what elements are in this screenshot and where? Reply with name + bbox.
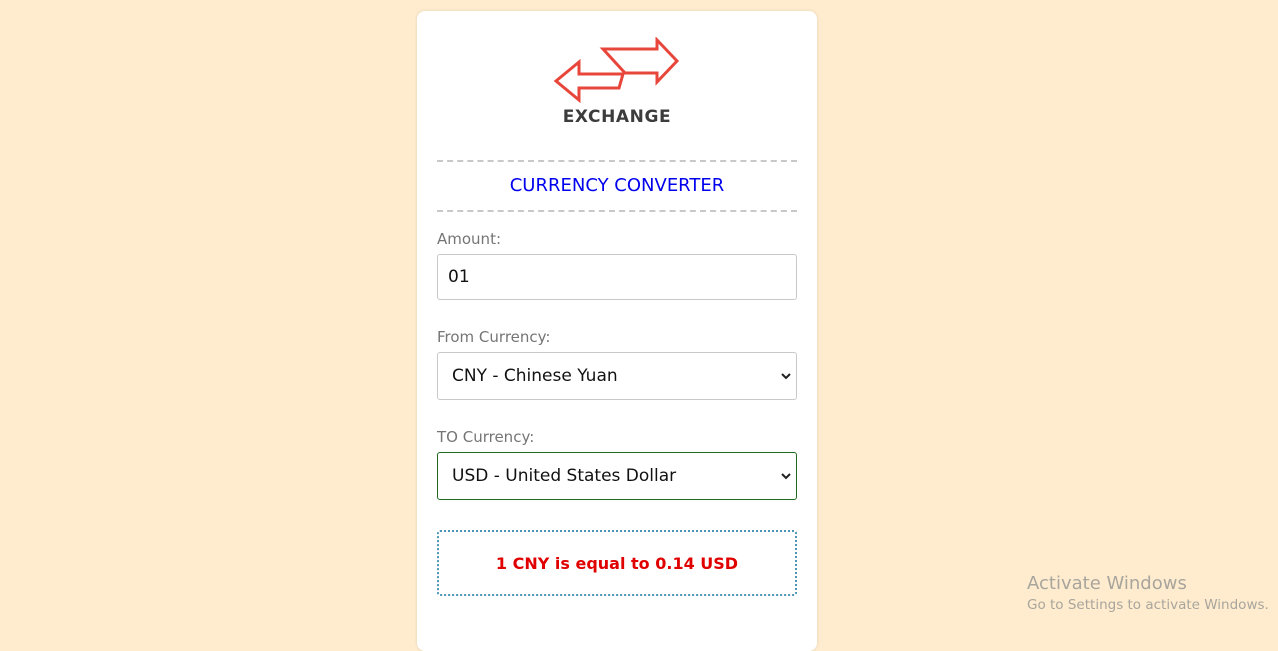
watermark-subtitle: Go to Settings to activate Windows. xyxy=(1027,597,1269,613)
to-currency-value: USD - United States Dollar xyxy=(452,466,677,486)
result-box: 1 CNY is equal to 0.14 USD xyxy=(437,530,797,596)
chevron-down-icon xyxy=(781,473,791,480)
from-currency-select[interactable]: CNY - Chinese Yuan xyxy=(437,352,797,400)
page-title: CURRENCY CONVERTER xyxy=(509,175,725,196)
exchange-arrows-icon xyxy=(553,37,680,103)
chevron-down-icon xyxy=(781,373,791,380)
watermark-title: Activate Windows xyxy=(1027,573,1187,594)
from-currency-value: CNY - Chinese Yuan xyxy=(452,366,618,386)
converter-card: EXCHANGE CURRENCY CONVERTER Amount: From… xyxy=(417,11,817,651)
to-currency-select[interactable]: USD - United States Dollar xyxy=(437,452,797,500)
amount-label: Amount: xyxy=(437,230,501,248)
amount-input[interactable] xyxy=(437,254,797,300)
result-text: 1 CNY is equal to 0.14 USD xyxy=(495,554,739,573)
to-currency-label: TO Currency: xyxy=(437,428,535,446)
bottom-divider xyxy=(437,210,797,212)
from-currency-label: From Currency: xyxy=(437,328,551,346)
logo-text: EXCHANGE xyxy=(562,107,672,127)
windows-activation-watermark: Activate Windows Go to Settings to activ… xyxy=(1027,573,1269,613)
top-divider xyxy=(437,160,797,162)
